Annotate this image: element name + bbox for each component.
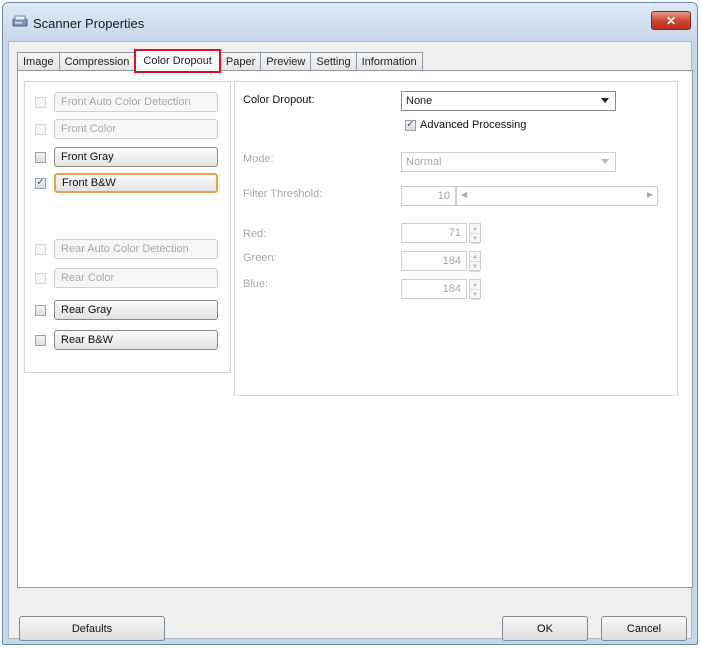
spin-down-icon[interactable]: ▼ [470, 290, 480, 300]
checkmark-icon: ✓ [406, 119, 415, 130]
advanced-processing-row[interactable]: ✓ Advanced Processing [405, 119, 526, 131]
tab-paper[interactable]: Paper [219, 52, 262, 71]
spin-up-icon[interactable]: ▲ [470, 280, 480, 290]
red-label: Red: [243, 228, 267, 240]
rear-bw-button[interactable]: Rear B&W [54, 330, 218, 350]
spin-down-icon[interactable]: ▼ [470, 262, 480, 272]
option-front-color: Front Color [35, 119, 218, 139]
green-label: Green: [243, 252, 277, 264]
front-bw-checkbox[interactable]: ✓ [35, 177, 46, 189]
advanced-processing-label: Advanced Processing [420, 119, 527, 131]
option-front-auto: Front Auto Color Detection [35, 92, 218, 112]
option-rear-bw: Rear B&W [35, 330, 218, 350]
tab-preview[interactable]: Preview [260, 52, 312, 71]
image-selection-group: Front Auto Color Detection Front Color F… [24, 81, 231, 373]
rear-gray-checkbox[interactable] [35, 304, 46, 316]
rear-auto-button[interactable]: Rear Auto Color Detection [54, 239, 218, 259]
spin-down-icon[interactable]: ▼ [470, 234, 480, 244]
front-gray-button[interactable]: Front Gray [54, 147, 218, 167]
dropout-settings-group: Color Dropout: None ✓ Advanced Processin… [234, 81, 678, 396]
front-bw-button[interactable]: Front B&W [54, 173, 218, 193]
cancel-button[interactable]: Cancel [601, 616, 687, 641]
front-auto-button[interactable]: Front Auto Color Detection [54, 92, 218, 112]
color-dropout-label: Color Dropout: [243, 94, 315, 106]
spin-up-icon[interactable]: ▲ [470, 224, 480, 234]
red-spinner[interactable]: ▲ ▼ [469, 223, 481, 244]
tab-information[interactable]: Information [355, 52, 423, 71]
tab-setting[interactable]: Setting [310, 52, 357, 71]
scanner-icon [12, 15, 28, 27]
tab-compression[interactable]: Compression [58, 52, 136, 71]
option-rear-gray: Rear Gray [35, 300, 218, 320]
rear-bw-checkbox[interactable] [35, 334, 46, 346]
red-value[interactable]: 71 [401, 223, 467, 243]
close-button[interactable]: ✕ [651, 11, 691, 30]
tab-strip: Image Compression Color Dropout Paper Pr… [17, 49, 423, 73]
blue-label: Blue: [243, 278, 269, 290]
color-dropout-select[interactable]: None [401, 91, 616, 111]
slider-left-arrow-icon[interactable]: ◀ [461, 190, 467, 199]
ok-button[interactable]: OK [502, 616, 588, 641]
tab-image[interactable]: Image [17, 52, 60, 71]
front-color-checkbox[interactable] [35, 123, 46, 135]
title-bar: Scanner Properties ✕ [3, 3, 697, 41]
rear-color-button[interactable]: Rear Color [54, 268, 218, 288]
blue-value[interactable]: 184 [401, 279, 467, 299]
checkmark-icon: ✓ [36, 177, 45, 188]
rear-color-checkbox[interactable] [35, 272, 46, 284]
filter-threshold-value[interactable]: 10 [401, 186, 456, 206]
front-gray-checkbox[interactable] [35, 151, 46, 163]
color-dropout-value: None [406, 95, 433, 107]
advanced-processing-checkbox[interactable]: ✓ [405, 119, 416, 131]
chevron-down-icon [601, 159, 609, 164]
option-front-bw: ✓ Front B&W [35, 173, 218, 193]
option-rear-auto: Rear Auto Color Detection [35, 239, 218, 259]
mode-value: Normal [406, 156, 442, 168]
tab-color-dropout[interactable]: Color Dropout [134, 49, 221, 73]
option-front-gray: Front Gray [35, 147, 218, 167]
spin-up-icon[interactable]: ▲ [470, 252, 480, 262]
filter-threshold-label: Filter Threshold: [243, 188, 323, 200]
slider-right-arrow-icon[interactable]: ▶ [647, 190, 653, 199]
window-title: Scanner Properties [33, 16, 145, 31]
mode-label: Mode: [243, 153, 274, 165]
scanner-properties-window: Scanner Properties ✕ Image Compression C… [2, 2, 698, 645]
filter-threshold-slider[interactable]: ◀ ▶ [456, 186, 658, 206]
front-auto-checkbox[interactable] [35, 96, 46, 108]
dialog-client-area: Image Compression Color Dropout Paper Pr… [8, 41, 693, 641]
close-icon: ✕ [665, 13, 677, 28]
front-color-button[interactable]: Front Color [54, 119, 218, 139]
chevron-down-icon [601, 98, 609, 103]
option-rear-color: Rear Color [35, 268, 218, 288]
defaults-button[interactable]: Defaults [19, 616, 165, 641]
green-value[interactable]: 184 [401, 251, 467, 271]
rear-auto-checkbox[interactable] [35, 243, 46, 255]
rear-gray-button[interactable]: Rear Gray [54, 300, 218, 320]
green-spinner[interactable]: ▲ ▼ [469, 251, 481, 272]
mode-select[interactable]: Normal [401, 152, 616, 172]
color-dropout-panel: Front Auto Color Detection Front Color F… [17, 70, 693, 588]
blue-spinner[interactable]: ▲ ▼ [469, 279, 481, 300]
